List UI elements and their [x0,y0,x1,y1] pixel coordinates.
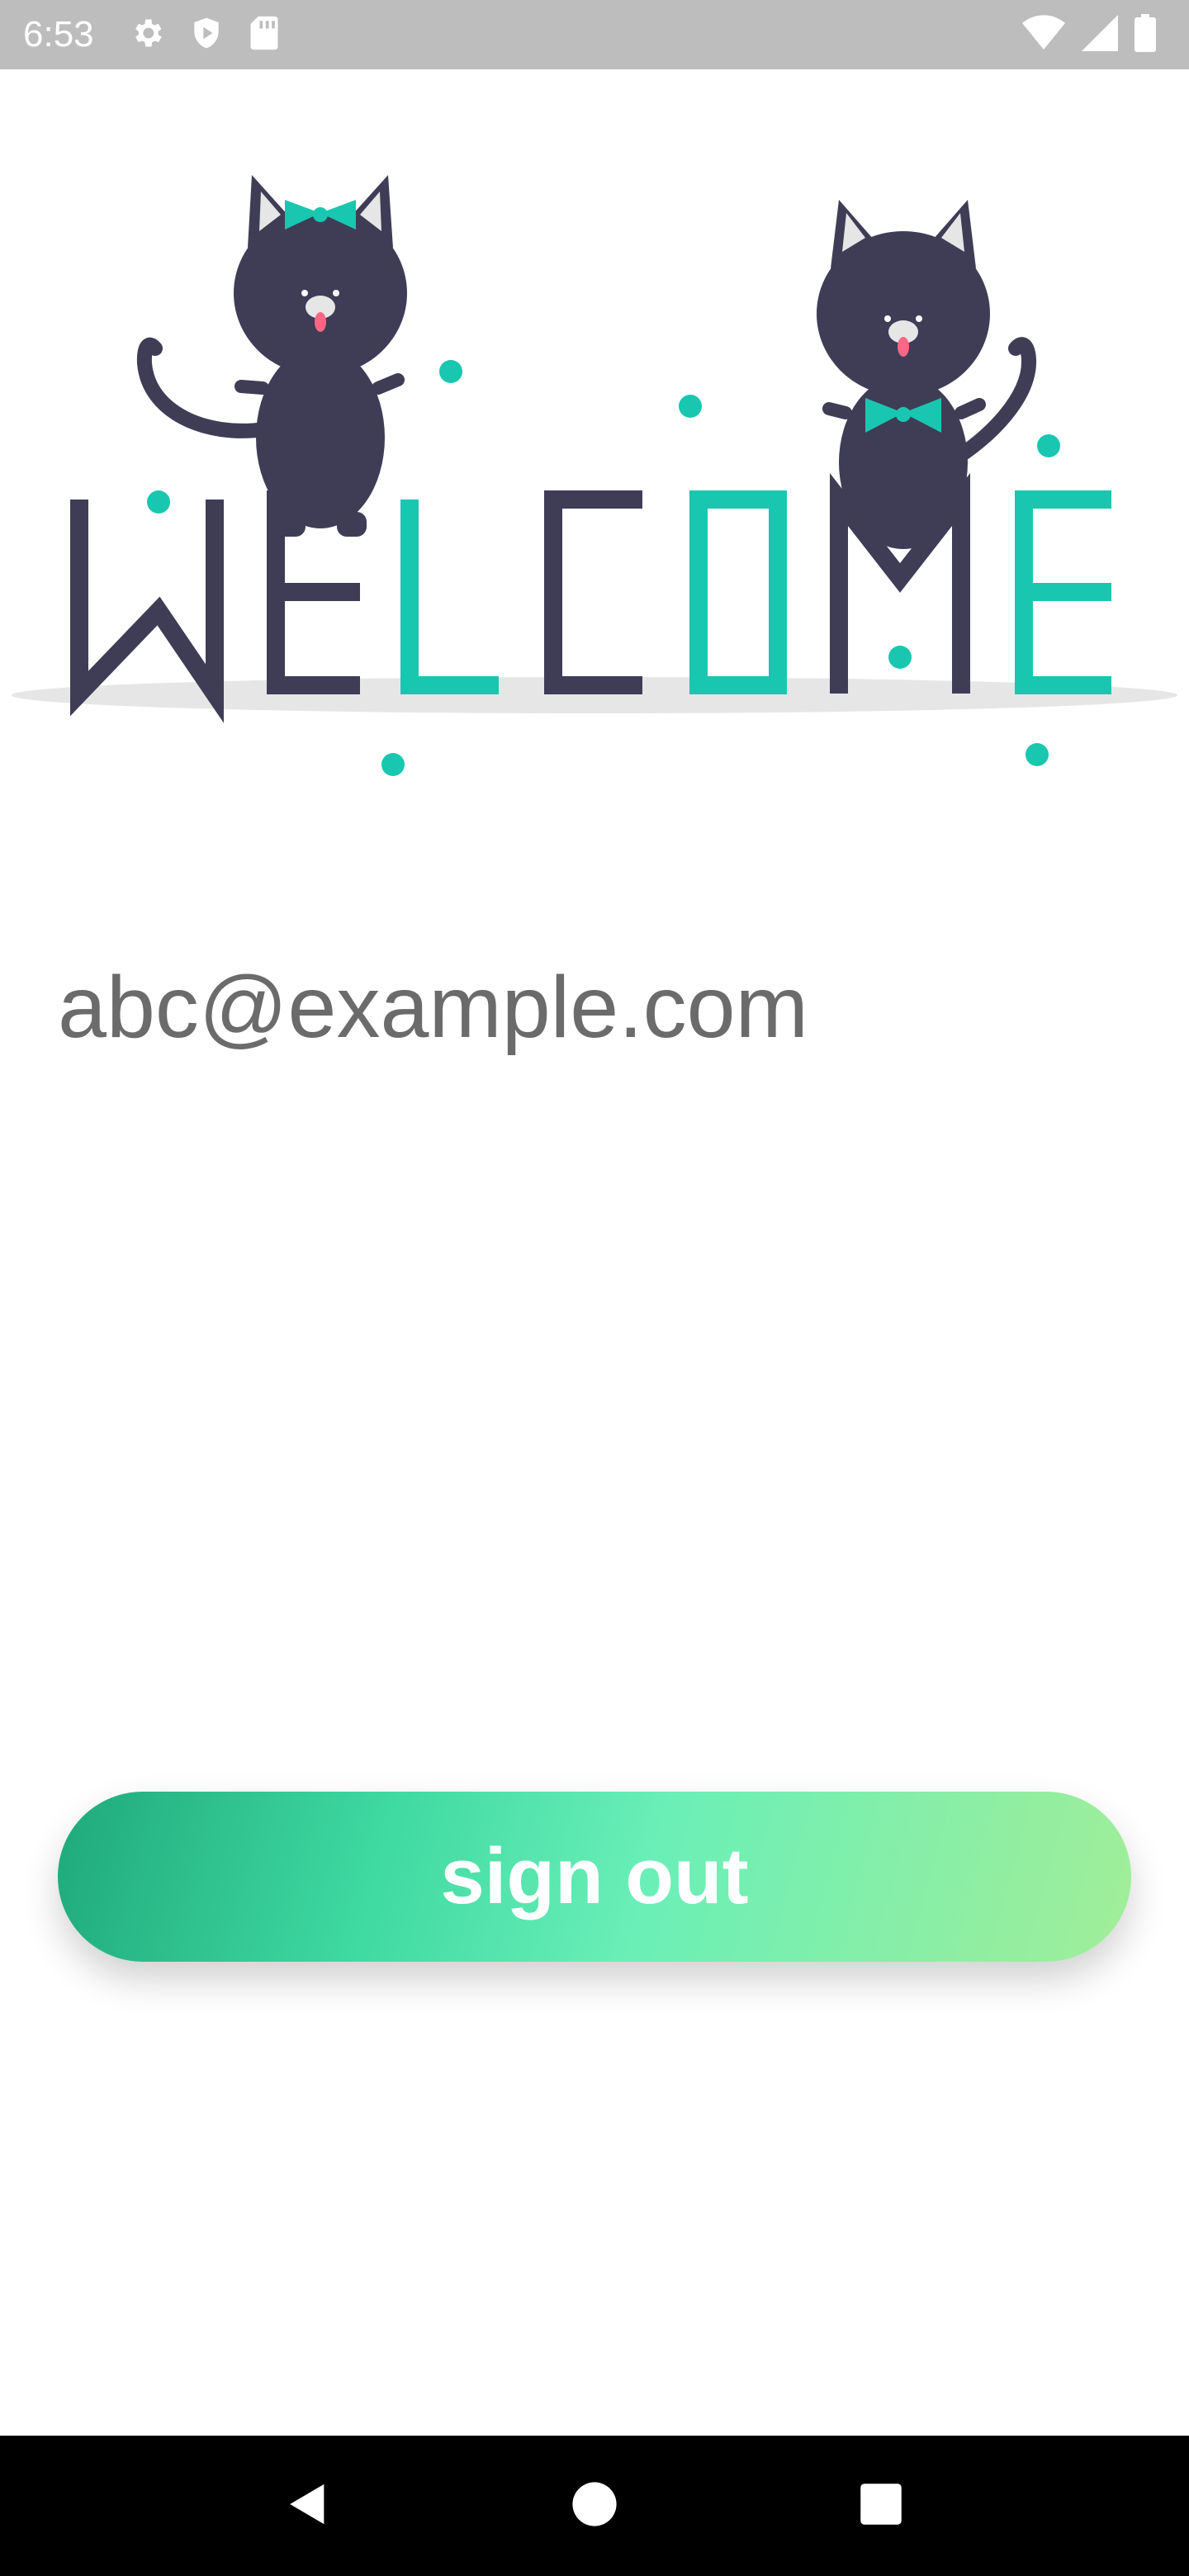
battery-icon [1135,14,1156,55]
back-icon [284,2480,332,2531]
recents-button[interactable] [831,2456,931,2555]
sd-card-icon [248,15,281,54]
user-email: abc@example.com [58,959,808,1056]
welcome-illustration [0,124,1189,801]
sign-out-label: sign out [440,1832,749,1920]
gear-icon [129,15,165,54]
home-icon [571,2480,618,2531]
wifi-icon [1022,15,1065,54]
recents-icon [859,2482,903,2530]
status-time: 6:53 [23,14,94,54]
back-button[interactable] [258,2456,358,2555]
cellular-signal-icon [1082,15,1118,54]
shield-icon [188,15,225,54]
sign-out-button[interactable]: sign out [58,1792,1131,1962]
home-button[interactable] [545,2456,644,2555]
status-bar: 6:53 [0,0,1189,69]
system-navigation-bar [0,2436,1189,2576]
